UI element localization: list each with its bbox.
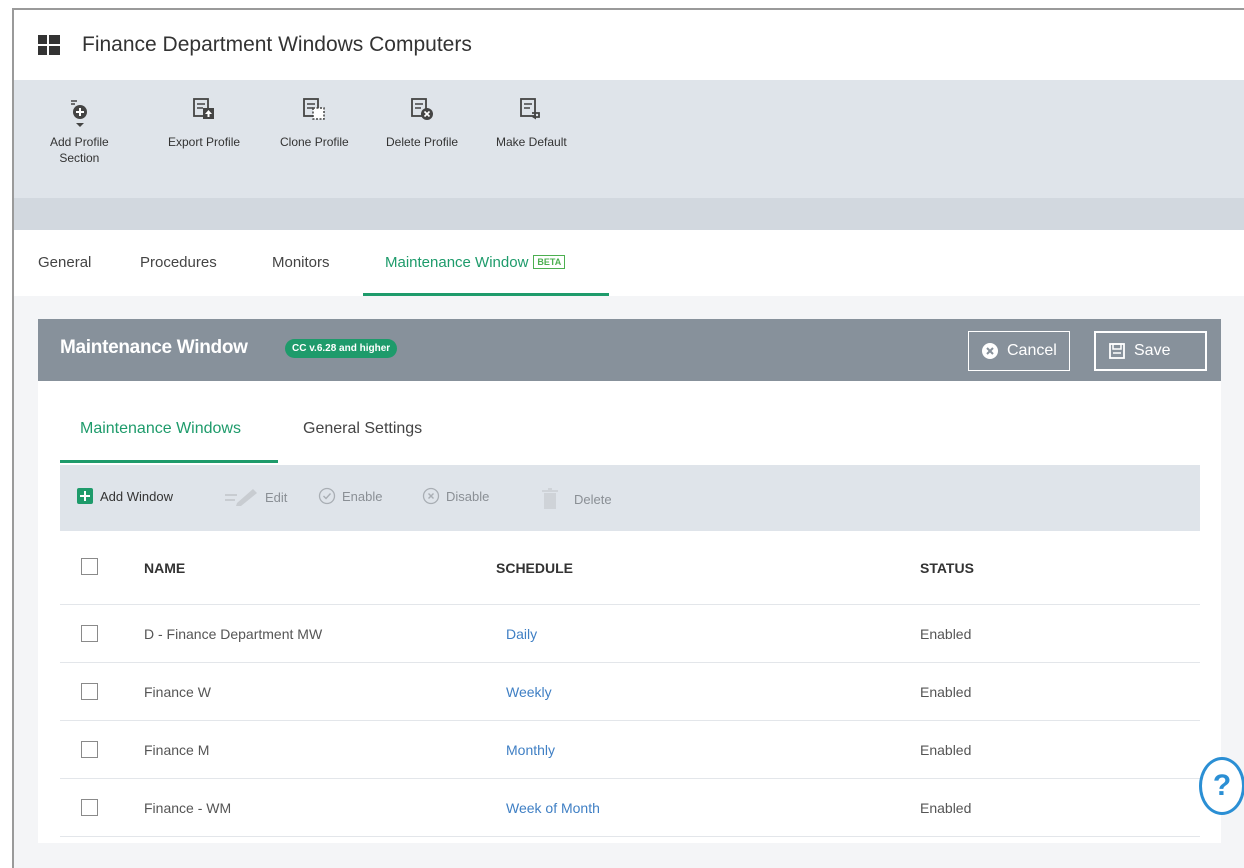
window-name: Finance M — [144, 742, 210, 758]
tab-maintenance-windows[interactable]: Maintenance Windows — [60, 420, 278, 463]
clone-profile-button[interactable]: Clone Profile — [280, 96, 349, 150]
clone-icon — [303, 98, 326, 120]
plus-icon — [77, 488, 93, 504]
toolbar-divider — [14, 198, 1244, 230]
table-header-row: NAME SCHEDULE STATUS — [60, 531, 1200, 605]
cancel-icon — [982, 343, 998, 359]
panel-header: Maintenance Window CC v.6.28 and higher … — [38, 319, 1221, 381]
tab-procedures[interactable]: Procedures — [140, 254, 217, 296]
disable-icon — [422, 487, 440, 505]
delete-button[interactable]: Delete — [538, 487, 612, 511]
make-default-button[interactable]: Make Default — [496, 96, 567, 150]
add-section-icon — [71, 100, 88, 127]
window-name: Finance - WM — [144, 800, 232, 816]
save-button[interactable]: Save — [1094, 331, 1207, 371]
action-bar: Add Window Edit Enable Disable Delete — [60, 465, 1200, 531]
table-row[interactable]: Finance M Monthly Enabled — [60, 721, 1200, 779]
row-checkbox[interactable] — [81, 799, 98, 816]
column-header-status[interactable]: STATUS — [920, 560, 974, 576]
tab-general[interactable]: General — [38, 254, 91, 296]
table-row[interactable]: D - Finance Department MW Daily Enabled — [60, 605, 1200, 663]
window-status: Enabled — [920, 800, 972, 816]
beta-badge: BETA — [533, 255, 566, 269]
export-icon — [193, 98, 215, 119]
add-profile-section-button[interactable]: Add Profile Section — [50, 98, 109, 166]
schedule-link[interactable]: Daily — [506, 626, 537, 642]
row-checkbox[interactable] — [81, 683, 98, 700]
window-status: Enabled — [920, 626, 972, 642]
help-icon[interactable]: ? — [1199, 757, 1244, 815]
tab-general-settings[interactable]: General Settings — [303, 420, 422, 463]
column-header-name[interactable]: NAME — [144, 560, 185, 576]
page-title: Finance Department Windows Computers — [82, 33, 472, 56]
enable-icon — [318, 487, 336, 505]
sub-tabs: Maintenance Windows General Settings — [60, 381, 1200, 463]
profile-tabs: General Procedures Monitors Maintenance … — [14, 230, 1244, 296]
export-profile-button[interactable]: Export Profile — [168, 96, 240, 150]
window-name: Finance W — [144, 684, 211, 700]
schedule-link[interactable]: Weekly — [506, 684, 552, 700]
schedule-link[interactable]: Week of Month — [506, 800, 600, 816]
delete-profile-icon — [411, 98, 434, 120]
select-all-checkbox[interactable] — [81, 558, 98, 575]
row-checkbox[interactable] — [81, 741, 98, 758]
column-header-schedule[interactable]: SCHEDULE — [496, 560, 573, 576]
table-row[interactable]: Finance W Weekly Enabled — [60, 663, 1200, 721]
app-window: Finance Department Windows Computers Add… — [12, 8, 1244, 868]
save-icon — [1109, 343, 1125, 359]
tab-label: Maintenance Window — [385, 254, 529, 271]
delete-profile-button[interactable]: Delete Profile — [386, 96, 458, 150]
window-status: Enabled — [920, 742, 972, 758]
windows-table: NAME SCHEDULE STATUS D - Finance Departm… — [60, 531, 1200, 837]
disable-button[interactable]: Disable — [422, 487, 489, 505]
make-default-icon — [520, 98, 541, 120]
schedule-link[interactable]: Monthly — [506, 742, 555, 758]
toolbar: Add Profile Section Export Profile Clone… — [14, 80, 1244, 198]
add-window-button[interactable]: Add Window — [76, 487, 173, 505]
enable-button[interactable]: Enable — [318, 487, 382, 505]
window-status: Enabled — [920, 684, 972, 700]
window-name: D - Finance Department MW — [144, 626, 323, 642]
edit-button[interactable]: Edit — [223, 487, 287, 507]
tab-monitors[interactable]: Monitors — [272, 254, 330, 296]
title-bar: Finance Department Windows Computers — [14, 10, 1244, 80]
panel-title: Maintenance Window — [60, 337, 248, 358]
edit-icon — [225, 489, 257, 506]
version-badge: CC v.6.28 and higher — [285, 339, 398, 358]
cancel-button[interactable]: Cancel — [968, 331, 1070, 371]
windows-logo-icon — [38, 35, 60, 55]
table-row[interactable]: Finance - WM Week of Month Enabled — [60, 779, 1200, 837]
tab-maintenance-window[interactable]: Maintenance Window BETA — [363, 254, 609, 296]
trash-icon — [542, 488, 558, 509]
row-checkbox[interactable] — [81, 625, 98, 642]
maintenance-window-panel: Maintenance Window CC v.6.28 and higher … — [38, 319, 1221, 843]
